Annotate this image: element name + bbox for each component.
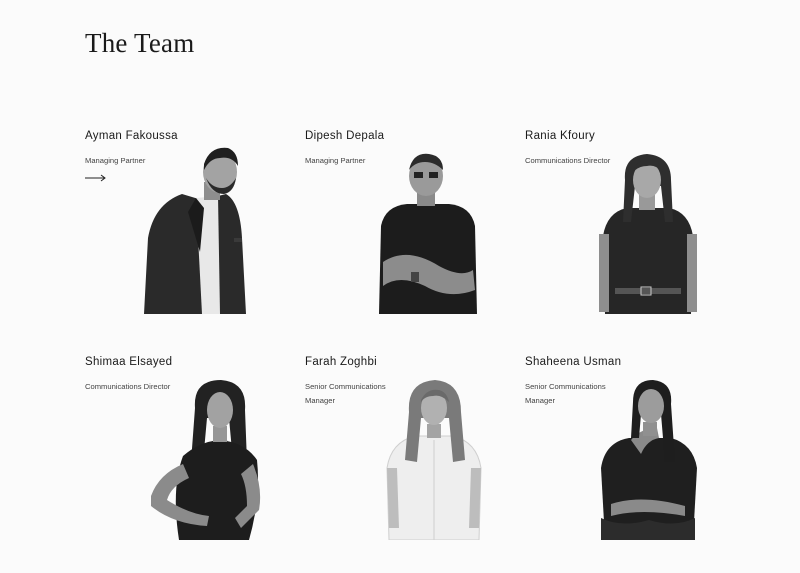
member-photo[interactable]	[385, 378, 483, 540]
team-member-card[interactable]: Rania Kfoury Communications Director	[525, 130, 735, 330]
member-name[interactable]: Shaheena Usman	[525, 356, 621, 368]
member-photo[interactable]	[601, 378, 699, 540]
page-title: The Team	[85, 28, 195, 58]
team-member-card[interactable]: Dipesh Depala Managing Partner	[305, 130, 515, 330]
team-member-card[interactable]: Farah Zoghbi Senior Communications Manag…	[305, 356, 515, 556]
member-name[interactable]: Ayman Fakoussa	[85, 130, 178, 142]
member-name[interactable]: Rania Kfoury	[525, 130, 595, 142]
team-member-card[interactable]: Shimaa Elsayed Communications Director	[85, 356, 295, 556]
member-name[interactable]: Dipesh Depala	[305, 130, 384, 142]
member-role: Senior Communications Manager	[305, 382, 386, 405]
member-photo[interactable]	[377, 150, 479, 314]
member-photo[interactable]	[140, 142, 250, 314]
member-name[interactable]: Farah Zoghbi	[305, 356, 377, 368]
team-member-card[interactable]: Ayman Fakoussa Managing Partner	[85, 130, 295, 330]
member-photo[interactable]	[599, 150, 697, 314]
arrow-right-icon[interactable]	[85, 173, 107, 183]
member-photo[interactable]	[149, 378, 265, 540]
member-name[interactable]: Shimaa Elsayed	[85, 356, 172, 368]
team-member-card[interactable]: Shaheena Usman Senior Communications Man…	[525, 356, 735, 556]
